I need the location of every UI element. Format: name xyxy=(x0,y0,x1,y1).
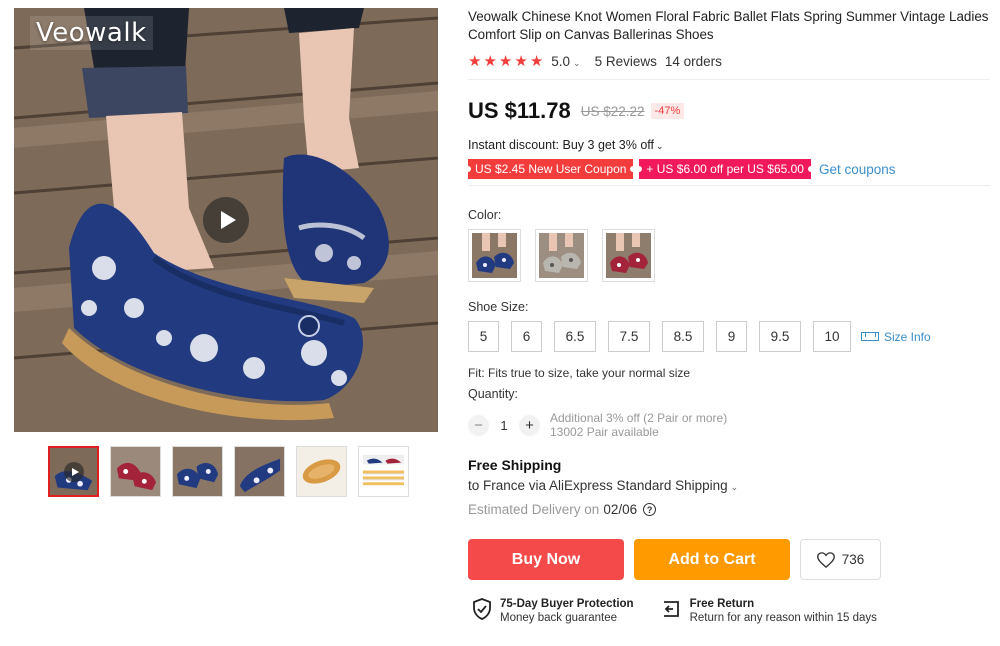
size-option-8-5[interactable]: 8.5 xyxy=(662,321,704,352)
thumbnail-image xyxy=(111,447,160,496)
brand-watermark: Veowalk xyxy=(30,16,153,50)
shipping-method: to France via AliExpress Standard Shippi… xyxy=(468,478,728,493)
get-coupons-link[interactable]: Get coupons xyxy=(819,162,896,177)
guarantees: 75-Day Buyer Protection Money back guara… xyxy=(468,598,990,624)
shield-check-icon xyxy=(473,598,491,620)
color-swatch-blue[interactable] xyxy=(468,229,521,282)
wishlist-count: 736 xyxy=(841,552,865,567)
thumbnail-blue-pair[interactable] xyxy=(172,446,223,497)
orders-count: 14 orders xyxy=(664,54,722,69)
quantity-discount-note: Additional 3% off (2 Pair or more) xyxy=(550,411,728,425)
thumbnail-strip xyxy=(48,446,409,497)
quantity-stepper: − 1 + Additional 3% off (2 Pair or more)… xyxy=(468,411,990,439)
coupons-row: US $2.45 New User Coupon + US $6.00 off … xyxy=(464,159,990,179)
swatch-image xyxy=(606,233,651,278)
star-rating: ★ ★ ★ ★ ★ xyxy=(468,52,544,70)
quantity-increase-button[interactable]: + xyxy=(519,414,540,436)
reviews-link[interactable]: 5 Reviews xyxy=(595,54,657,69)
help-icon[interactable]: ? xyxy=(643,503,657,516)
star-icon: ★ xyxy=(529,52,544,70)
discount-badge: -47% xyxy=(650,103,685,119)
quantity-value[interactable]: 1 xyxy=(489,418,519,433)
chevron-down-icon: ⌄ xyxy=(656,141,664,151)
chevron-down-icon: ⌄ xyxy=(730,482,739,492)
buy-now-button[interactable]: Buy Now xyxy=(468,539,624,580)
thumbnail-sole[interactable] xyxy=(296,446,347,497)
shipping-title: Free Shipping xyxy=(468,457,562,473)
fit-note: Fit: Fits true to size, take your normal… xyxy=(468,366,691,380)
size-option-9-5[interactable]: 9.5 xyxy=(759,321,801,352)
free-return[interactable]: Free Return Return for any reason within… xyxy=(660,598,877,624)
add-to-cart-button[interactable]: Add to Cart xyxy=(634,539,790,580)
return-subtitle: Return for any reason within 15 days xyxy=(689,612,877,624)
current-price: US $11.78 xyxy=(468,98,571,123)
star-icon: ★ xyxy=(498,52,513,70)
size-option-10[interactable]: 10 xyxy=(813,321,851,352)
color-label: Color: xyxy=(468,208,502,222)
return-icon xyxy=(663,601,679,617)
buyer-protection[interactable]: 75-Day Buyer Protection Money back guara… xyxy=(472,598,634,624)
size-info-link[interactable]: Size Info xyxy=(861,330,931,344)
main-product-image[interactable]: Veowalk xyxy=(14,8,438,432)
product-title: Veowalk Chinese Knot Women Floral Fabric… xyxy=(468,9,989,42)
star-icon: ★ xyxy=(514,52,528,70)
quantity-decrease-button[interactable]: − xyxy=(468,414,489,436)
stock-available: 13002 Pair available xyxy=(550,425,659,439)
play-icon xyxy=(64,462,84,482)
product-info: Veowalk Chinese Knot Women Floral Fabric… xyxy=(464,8,990,624)
size-info-label: Size Info xyxy=(884,329,931,344)
thumbnail-image xyxy=(235,447,284,496)
quantity-label: Quantity: xyxy=(468,387,519,401)
divider xyxy=(468,185,990,186)
rating-score[interactable]: 5.0 ⌄ xyxy=(551,54,580,69)
size-option-6-5[interactable]: 6.5 xyxy=(554,321,596,352)
play-icon xyxy=(220,211,236,229)
thumbnail-blue-side[interactable] xyxy=(234,446,285,497)
chevron-down-icon: ⌄ xyxy=(573,58,581,68)
color-swatches xyxy=(468,229,990,282)
estimated-delivery: Estimated Delivery on 02/06 ? xyxy=(468,502,990,517)
delivery-label: Estimated Delivery on xyxy=(468,502,600,517)
swatch-image xyxy=(539,233,584,278)
star-icon: ★ xyxy=(483,52,497,70)
wishlist-button[interactable]: 736 xyxy=(800,539,881,580)
thumbnail-image xyxy=(297,447,346,496)
instant-discount-text: Instant discount: Buy 3 get 3% off xyxy=(468,138,654,152)
rating-value: 5.0 xyxy=(551,54,571,69)
rating-row: ★ ★ ★ ★ ★ 5.0 ⌄ 5 Reviews 14 orders xyxy=(468,52,990,70)
store-coupon[interactable]: + US $6.00 off per US $65.00 xyxy=(636,159,814,179)
return-title: Free Return xyxy=(689,598,755,610)
price-row: US $11.78 US $22.22 -47% xyxy=(468,98,990,124)
heart-icon xyxy=(816,551,835,568)
protection-subtitle: Money back guarantee xyxy=(500,612,617,624)
size-option-6[interactable]: 6 xyxy=(511,321,542,352)
size-option-5[interactable]: 5 xyxy=(468,321,499,352)
size-options: 5 6 6.5 7.5 8.5 9 9.5 10 Size Info xyxy=(468,321,990,352)
size-option-9[interactable]: 9 xyxy=(716,321,747,352)
thumbnail-image xyxy=(359,447,408,496)
shipping-destination[interactable]: to France via AliExpress Standard Shippi… xyxy=(468,478,990,493)
instant-discount[interactable]: Instant discount: Buy 3 get 3% off ⌄ xyxy=(468,138,990,152)
play-video-button[interactable] xyxy=(203,197,249,243)
thumbnail-video[interactable] xyxy=(48,446,99,497)
quantity-note: Additional 3% off (2 Pair or more) 13002… xyxy=(550,411,727,439)
ruler-icon xyxy=(861,332,879,341)
thumbnail-red-pair[interactable] xyxy=(110,446,161,497)
color-swatch-red[interactable] xyxy=(602,229,655,282)
swatch-image xyxy=(472,233,517,278)
purchase-actions: Buy Now Add to Cart 736 xyxy=(468,539,990,580)
protection-title: 75-Day Buyer Protection xyxy=(500,598,634,610)
star-icon: ★ xyxy=(468,52,482,70)
thumbnail-image xyxy=(173,447,222,496)
divider xyxy=(468,79,990,80)
thumbnail-size-chart[interactable] xyxy=(358,446,409,497)
delivery-date: 02/06 xyxy=(603,502,638,517)
size-option-7-5[interactable]: 7.5 xyxy=(608,321,650,352)
color-swatch-grey[interactable] xyxy=(535,229,588,282)
size-label: Shoe Size: xyxy=(468,300,529,314)
new-user-coupon[interactable]: US $2.45 New User Coupon xyxy=(464,159,637,179)
original-price: US $22.22 xyxy=(580,103,645,119)
